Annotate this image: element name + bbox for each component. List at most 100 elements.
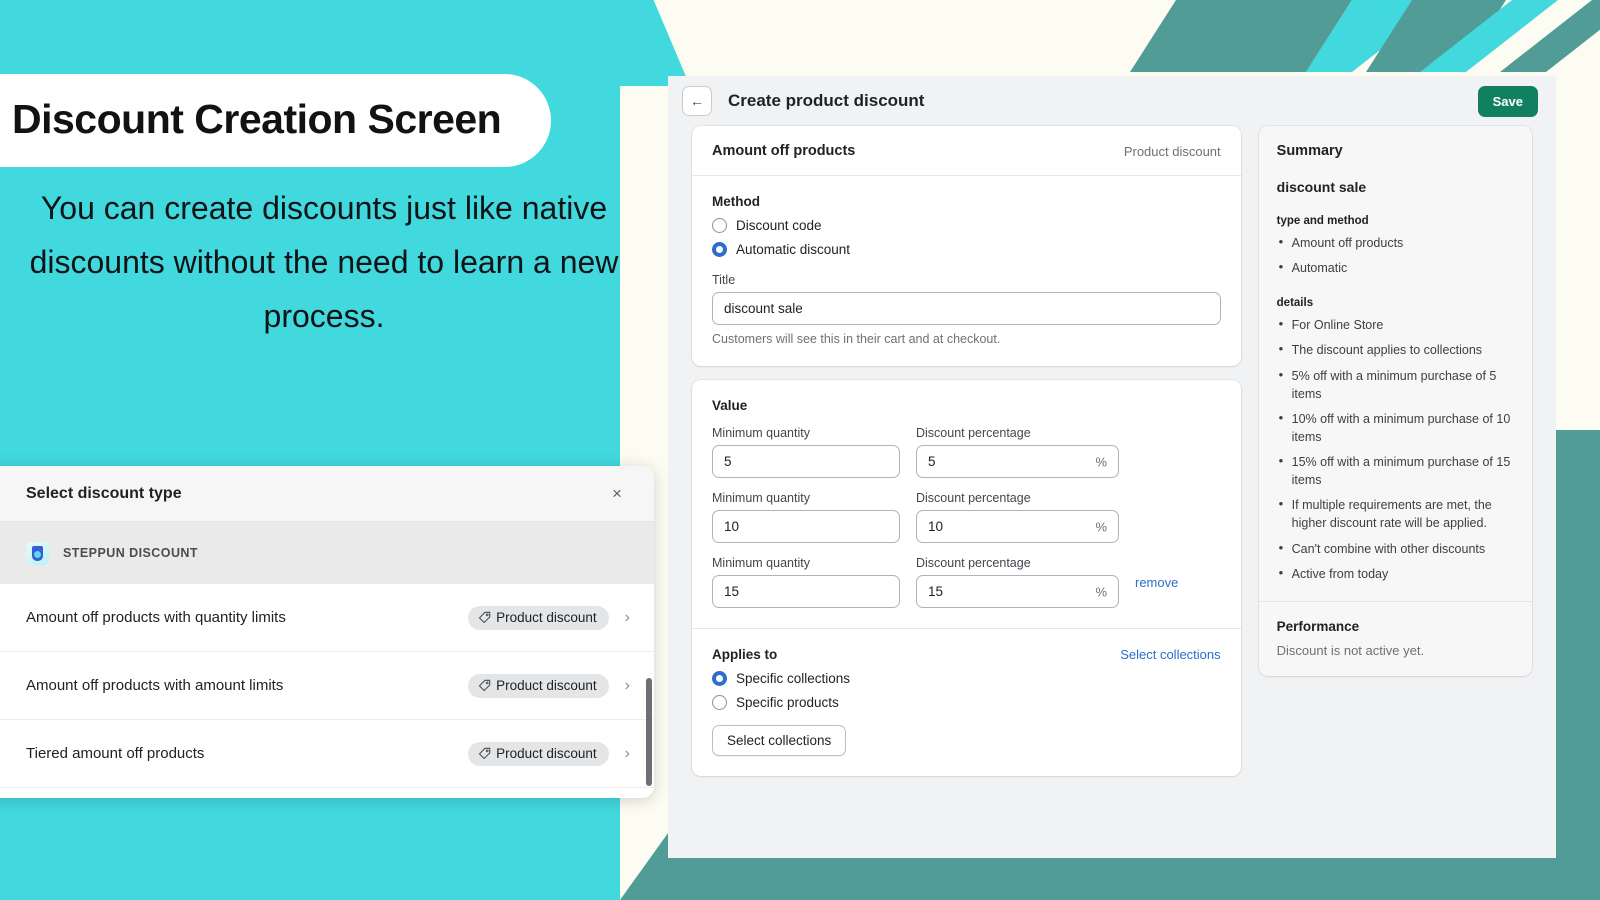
min-quantity-input[interactable] xyxy=(712,445,900,478)
select-collections-link[interactable]: Select collections xyxy=(1120,647,1220,662)
badge-label: Product discount xyxy=(496,677,597,693)
badge-label: Product discount xyxy=(496,745,597,761)
discount-type-row-amount-limits[interactable]: Amount off products with amount limits P… xyxy=(0,652,654,720)
back-button[interactable]: ← xyxy=(682,86,712,116)
discount-type-row-quantity-limits[interactable]: Amount off products with quantity limits… xyxy=(0,584,654,652)
applies-to-header: Applies to Select collections xyxy=(712,647,1221,662)
chevron-right-icon: › xyxy=(624,744,630,762)
title-input[interactable] xyxy=(712,292,1221,325)
discount-card-header: Amount off products Product discount xyxy=(692,126,1241,176)
summary-section: Summary discount sale type and method Am… xyxy=(1259,126,1532,601)
discount-percentage-input[interactable] xyxy=(916,445,1119,478)
app-group-label: STEPPUN DISCOUNT xyxy=(63,546,198,560)
tier-row-pct: Discount percentage % xyxy=(916,426,1119,478)
modal-header: Select discount type × xyxy=(0,466,654,522)
admin-content: Amount off products Product discount Met… xyxy=(668,126,1556,790)
admin-window: ← Create product discount Save Amount of… xyxy=(668,76,1556,858)
summary-column: Summary discount sale type and method Am… xyxy=(1258,126,1532,790)
tier-row: Minimum quantity xyxy=(712,426,900,478)
list-item: The discount applies to collections xyxy=(1277,340,1514,359)
list-item: Active from today xyxy=(1277,564,1514,583)
value-card-body: Value Minimum quantity Discount percenta… xyxy=(692,380,1241,628)
tier-row-pct: Discount percentage % xyxy=(916,556,1119,608)
tier-row: Minimum quantity xyxy=(712,491,900,543)
min-quantity-input[interactable] xyxy=(712,575,900,608)
discount-percentage-label: Discount percentage xyxy=(916,491,1031,505)
summary-group-heading: type and method xyxy=(1276,215,1369,227)
discount-percentage-input[interactable] xyxy=(916,575,1119,608)
radio-icon-specific-products[interactable] xyxy=(712,695,727,710)
summary-details-list: For Online Store The discount applies to… xyxy=(1277,315,1514,583)
applies-to-title: Applies to xyxy=(712,647,778,662)
performance-title: Performance xyxy=(1276,618,1360,634)
marketing-headline-pill: Discount Creation Screen xyxy=(0,74,552,167)
marketing-headline: Discount Creation Screen xyxy=(12,96,502,142)
discount-card-title: Amount off products xyxy=(712,143,856,159)
summary-group-heading: details xyxy=(1276,297,1314,310)
marketing-subcopy: You can create discounts just like nativ… xyxy=(29,190,619,334)
app-group-header: STEPPUN DISCOUNT xyxy=(0,522,654,584)
tier-row: Minimum quantity xyxy=(712,556,900,608)
applies-to-section: Applies to Select collections Specific c… xyxy=(692,629,1241,776)
min-quantity-label: Minimum quantity xyxy=(712,491,810,505)
badge-label: Product discount xyxy=(496,609,597,625)
list-item: Can't combine with other discounts xyxy=(1277,538,1514,558)
list-item: 15% off with a minimum purchase of 15 it… xyxy=(1277,452,1514,489)
modal-scrollbar-thumb[interactable] xyxy=(646,678,652,786)
discount-type-label: Amount off products with quantity limits xyxy=(26,609,286,626)
chevron-right-icon: › xyxy=(624,676,630,694)
list-item: Automatic xyxy=(1277,258,1514,277)
product-discount-badge: Product discount xyxy=(468,605,609,630)
tag-icon xyxy=(479,747,491,759)
select-collections-button[interactable]: Select collections xyxy=(712,725,847,756)
tag-icon xyxy=(479,611,491,623)
background-chevron-pattern xyxy=(1130,0,1600,72)
main-column: Amount off products Product discount Met… xyxy=(692,126,1241,790)
discount-card-type: Product discount xyxy=(1123,143,1221,159)
summary-title: Summary xyxy=(1276,143,1343,159)
discount-percentage-label: Discount percentage xyxy=(916,556,1031,570)
product-discount-badge: Product discount xyxy=(468,673,609,698)
save-button[interactable]: Save xyxy=(1477,85,1538,117)
discount-type-row-tiered[interactable]: Tiered amount off products Product disco… xyxy=(0,720,654,788)
value-tier-grid: Minimum quantity Discount percentage % xyxy=(712,413,1221,608)
method-label: Method xyxy=(712,194,760,209)
list-item: 5% off with a minimum purchase of 5 item… xyxy=(1277,365,1514,403)
applies-option-specific-products[interactable]: Specific products xyxy=(712,695,1221,710)
list-item: 10% off with a minimum purchase of 10 it… xyxy=(1277,409,1514,446)
discount-type-label: Tiered amount off products xyxy=(26,745,205,762)
chevron-right-icon: › xyxy=(624,608,630,626)
title-help-text: Customers will see this in their cart an… xyxy=(712,332,1001,346)
method-option-label: Discount code xyxy=(736,218,822,233)
value-card: Value Minimum quantity Discount percenta… xyxy=(692,380,1241,776)
method-option-discount-code[interactable]: Discount code xyxy=(712,218,1221,233)
admin-topbar: ← Create product discount Save xyxy=(668,76,1556,126)
value-title: Value xyxy=(712,398,748,413)
steppun-app-icon xyxy=(26,541,49,565)
radio-icon-specific-collections[interactable] xyxy=(712,671,727,686)
applies-option-label: Specific collections xyxy=(736,671,851,686)
applies-option-label: Specific products xyxy=(736,695,839,710)
performance-section: Performance Discount is not active yet. xyxy=(1259,602,1532,676)
min-quantity-label: Minimum quantity xyxy=(712,556,810,570)
applies-option-specific-collections[interactable]: Specific collections xyxy=(712,671,1221,686)
radio-icon-automatic-discount[interactable] xyxy=(712,242,727,257)
close-icon[interactable]: × xyxy=(604,481,630,507)
list-item: If multiple requirements are met, the hi… xyxy=(1277,495,1514,532)
discount-method-card: Amount off products Product discount Met… xyxy=(692,126,1241,366)
min-quantity-input[interactable] xyxy=(712,510,900,543)
discount-percentage-label: Discount percentage xyxy=(916,426,1031,440)
method-option-automatic-discount[interactable]: Automatic discount xyxy=(712,242,1221,257)
summary-discount-name: discount sale xyxy=(1276,179,1367,195)
discount-percentage-input[interactable] xyxy=(916,510,1119,543)
tier-row-pct: Discount percentage % xyxy=(916,491,1119,543)
select-discount-type-modal: Select discount type × STEPPUN DISCOUNT … xyxy=(0,466,654,798)
list-item: For Online Store xyxy=(1277,315,1514,334)
tag-icon xyxy=(479,679,491,691)
title-field-label: Title xyxy=(712,273,736,287)
screenshot-stage: Discount Creation Screen You can create … xyxy=(0,0,1600,900)
summary-card: Summary discount sale type and method Am… xyxy=(1258,126,1532,676)
page-title: Create product discount xyxy=(728,91,925,110)
radio-icon-discount-code[interactable] xyxy=(712,218,727,233)
remove-tier-link[interactable]: remove xyxy=(1135,575,1221,590)
